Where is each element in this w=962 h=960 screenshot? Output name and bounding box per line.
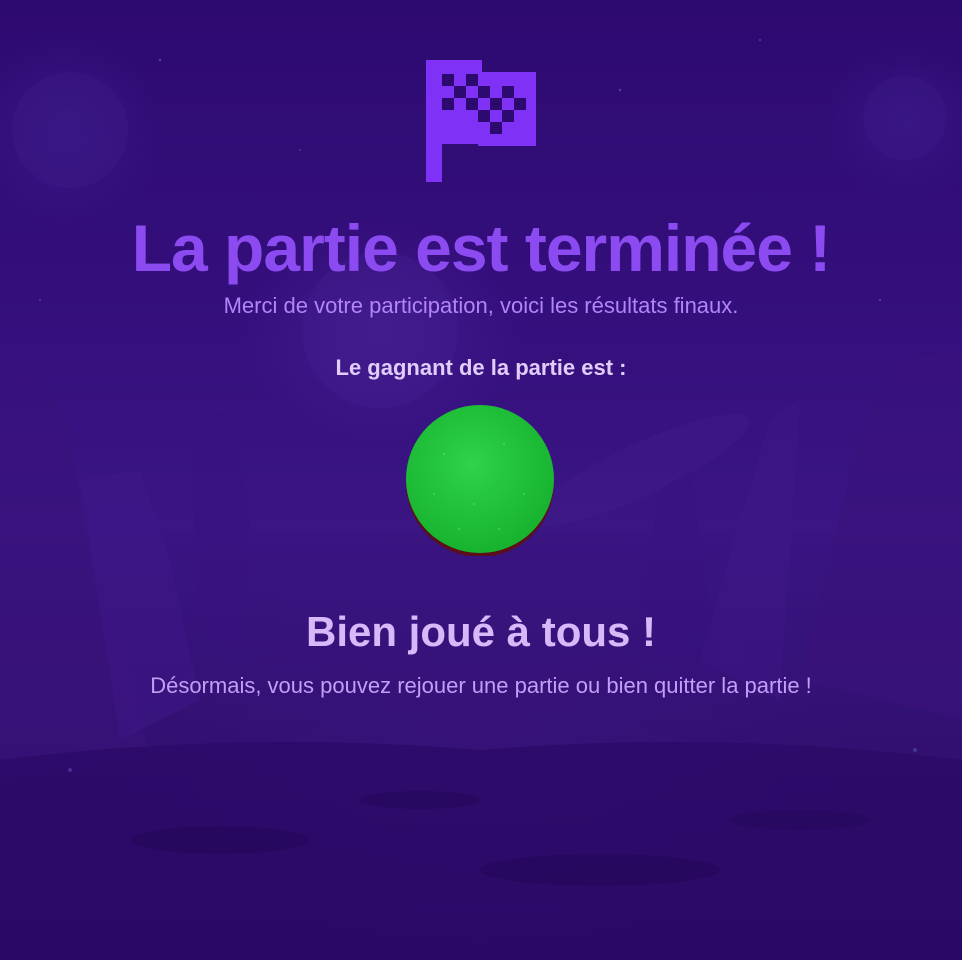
end-message: Désormais, vous pouvez rejouer une parti… (150, 673, 812, 698)
winner-label: Le gagnant de la partie est : (335, 355, 627, 380)
checkered-flag-icon (424, 58, 538, 184)
congrats-heading: Bien joué à tous ! (305, 608, 657, 655)
page-subtitle: Merci de votre participation, voici les … (223, 293, 739, 318)
page-title: La partie est terminée ! (131, 211, 832, 285)
winner-token (404, 404, 556, 557)
